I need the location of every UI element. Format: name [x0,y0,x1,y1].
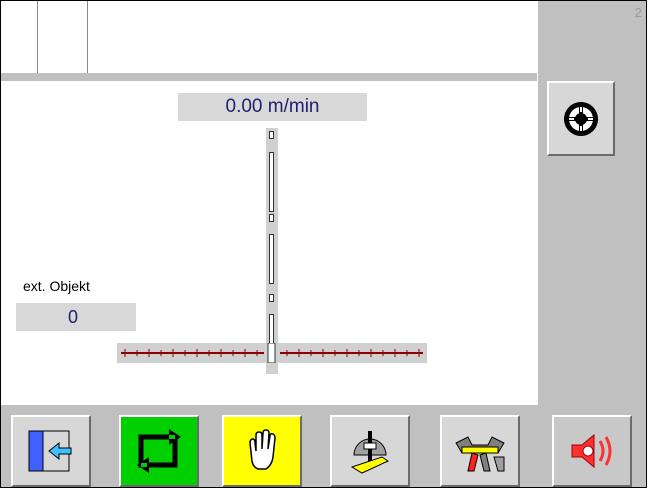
page-number: 2 [634,5,642,20]
horizontal-scale-ticks [121,342,423,364]
cycle-button[interactable] [119,415,199,487]
screen: 2 0.00 m/min ext. Objekt 0 [0,0,647,488]
header-segment [1,1,38,73]
ext-object-label: ext. Objekt [23,278,90,294]
target-icon [564,102,598,136]
scale-segment [269,214,274,222]
bottom-toolbar [1,405,646,487]
exit-button[interactable] [11,415,91,487]
scale-segment [269,234,274,284]
hand-icon [249,429,276,470]
speed-display: 0.00 m/min [178,93,367,121]
brush-icon [350,431,390,474]
vertical-scale [266,128,278,374]
ext-object-value: 0 [68,307,79,327]
horizontal-scale [117,342,427,364]
speaker-icon [571,433,612,469]
cycle-icon [137,429,181,473]
exit-icon [28,430,72,472]
brush-button[interactable] [330,415,410,487]
target-button[interactable] [547,81,615,156]
ext-object-display: 0 [16,303,136,331]
scale-segment [269,131,274,139]
hand-button[interactable] [222,415,302,487]
scale-segment [269,152,274,212]
header-segment [38,1,88,73]
tools-icon [455,436,505,472]
tools-button[interactable] [440,415,520,487]
speaker-button[interactable] [552,415,632,487]
right-panel: 2 [538,1,646,405]
header-divider [1,73,537,81]
header-bar [1,1,537,73]
scale-segment [269,294,274,302]
